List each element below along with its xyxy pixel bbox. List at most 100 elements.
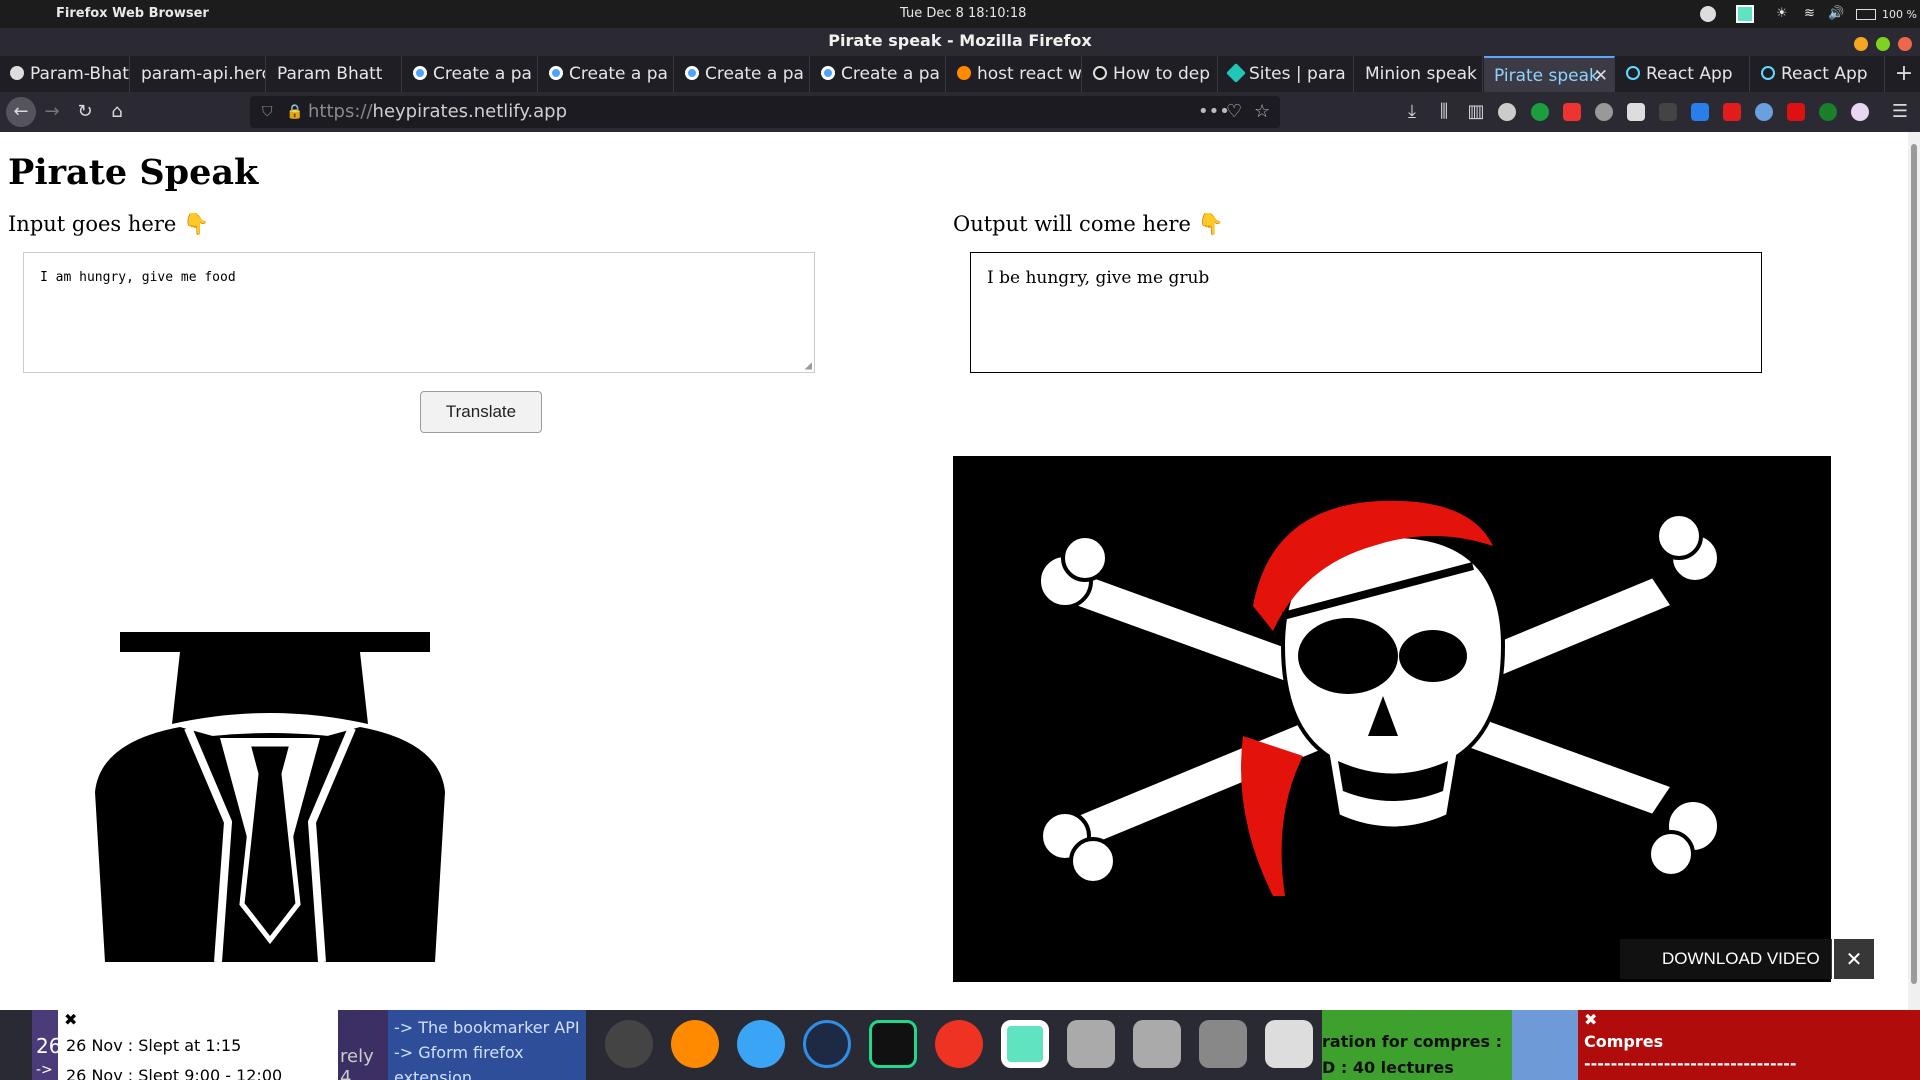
maximize-button[interactable] [1876, 37, 1890, 51]
account-icon[interactable] [1498, 103, 1516, 121]
close-note-icon[interactable]: ✖ [64, 1010, 77, 1029]
lock-icon[interactable]: 🔒 [286, 96, 303, 128]
tab-minion-speak[interactable]: Minion speak [1355, 56, 1483, 92]
sticky-note-compres-red[interactable]: ✖ Compres ------------------------------… [1578, 1010, 1920, 1080]
plus-extension-icon[interactable] [1691, 103, 1709, 121]
sticky-note-compres-green[interactable]: ration for compres : D : 40 lectures [1322, 1010, 1512, 1080]
reload-icon[interactable]: ↻ [73, 100, 97, 124]
system-clock[interactable]: Tue Dec 8 18:10:18 [900, 6, 1026, 21]
bookmark-star-icon[interactable]: ☆ [1254, 96, 1270, 128]
note-mid[interactable]: rely 4 [338, 1010, 388, 1080]
scrollbar-thumb[interactable] [1911, 144, 1917, 984]
firefox-icon [957, 66, 971, 80]
cherry-dock-icon[interactable] [935, 1020, 983, 1068]
app-menu-label[interactable]: Firefox Web Browser [56, 6, 209, 21]
brightness-icon[interactable]: ☀ [1776, 6, 1788, 21]
tab-create-2[interactable]: Create a pa [539, 56, 674, 92]
system-top-bar: Firefox Web Browser Tue Dec 8 18:10:18 ☀… [0, 0, 1920, 28]
input-textarea[interactable]: I am hungry, give me food ◢ [23, 252, 815, 373]
eyepatch [1298, 618, 1398, 694]
pycharm-dock-icon[interactable] [869, 1020, 917, 1068]
disk-dock-icon[interactable] [1199, 1020, 1247, 1068]
sidebar-icon[interactable]: ▥ [1464, 100, 1488, 124]
url-bar[interactable]: ⛉ 🔒 https://heypirates.netlify.app ••• ♡… [250, 96, 1280, 128]
download-video-bar[interactable]: DOWNLOAD VIDEO [1620, 939, 1832, 979]
react-icon [1626, 66, 1640, 80]
sticky-note-bookmarker[interactable]: -> The bookmarker API -> Gform firefox e… [388, 1010, 586, 1080]
output-label-text: Output will come here [953, 212, 1191, 236]
tab-label: Create a pa [705, 64, 804, 84]
resize-handle-icon[interactable]: ◢ [805, 358, 812, 372]
hamburger-menu-icon[interactable]: ☰ [1888, 100, 1912, 124]
note-line: -> The bookmarker API [394, 1018, 580, 1037]
tab-param-api[interactable]: param-api.herc [131, 56, 266, 92]
tab-pirate-speak[interactable]: Pirate speak ✕ [1484, 56, 1615, 92]
trash-dock-icon[interactable] [1265, 1020, 1313, 1068]
cap-crown [172, 652, 368, 724]
tab-extension-icon[interactable] [1627, 103, 1645, 121]
minimize-button[interactable] [1854, 37, 1868, 51]
page-scrollbar[interactable] [1908, 132, 1920, 1010]
shield-icon[interactable]: ⛉ [262, 96, 273, 128]
download-video-label[interactable]: DOWNLOAD VIDEO [1662, 939, 1820, 979]
status-round-icon[interactable] [1700, 6, 1716, 22]
launcher-rocket-icon[interactable] [605, 1020, 653, 1068]
close-window-button[interactable] [1898, 37, 1912, 51]
notes-dock-icon[interactable] [1001, 1020, 1049, 1068]
tab-label: How to dep [1113, 64, 1211, 84]
battery-icon[interactable] [1856, 9, 1876, 20]
lock-extension-icon[interactable] [1787, 103, 1805, 121]
volume-icon[interactable]: 🔊 [1828, 6, 1844, 21]
tab-label: Minion speak [1365, 64, 1477, 84]
tab-create-3[interactable]: Create a pa [675, 56, 810, 92]
note-title: Compres [1584, 1032, 1664, 1051]
tab-strip: Param-Bhat param-api.herc Param Bhatt Cr… [0, 56, 1920, 92]
cookie-extension-icon[interactable] [1595, 103, 1613, 121]
pirate-flag-image [953, 456, 1831, 982]
ninja-extension-icon[interactable] [1659, 103, 1677, 121]
wifi-icon[interactable]: ≋ [1804, 6, 1815, 21]
green-extension-icon[interactable] [1819, 103, 1837, 121]
finder-dock-icon[interactable] [737, 1020, 785, 1068]
tab-label: React App [1646, 64, 1733, 84]
pocket-icon[interactable]: ♡ [1226, 96, 1242, 128]
firefox-dock-icon[interactable] [671, 1020, 719, 1068]
home-icon[interactable]: ⌂ [105, 100, 129, 124]
create-icon [413, 66, 427, 80]
tab-create-1[interactable]: Create a pa [403, 56, 538, 92]
back-icon[interactable]: ← [6, 97, 36, 127]
tab-host-react[interactable]: host react w [947, 56, 1082, 92]
drive-dock-icon[interactable] [1067, 1020, 1115, 1068]
sticky-note-sleep[interactable]: ✖ 26 Nov : Slept at 1:15 26 Nov : Slept … [58, 1010, 338, 1080]
purple-extension-icon[interactable] [1851, 103, 1869, 121]
tab-create-4[interactable]: Create a pa [811, 56, 946, 92]
create-icon [821, 66, 835, 80]
output-label: Output will come here 👇 [953, 212, 1224, 237]
window-title-bar: Pirate speak - Mozilla Firefox [0, 28, 1920, 56]
tab-label: host react w [977, 64, 1082, 84]
downloads-icon[interactable]: ⤓ [1400, 100, 1424, 124]
tab-param-bhatt[interactable]: Param Bhatt [267, 56, 402, 92]
extension-b-icon[interactable] [1531, 103, 1549, 121]
library-icon[interactable]: ⫼ [1432, 100, 1456, 124]
new-tab-icon[interactable]: + [1892, 62, 1916, 86]
note-blue-small[interactable] [1512, 1010, 1578, 1080]
tab-github[interactable]: Param-Bhat [0, 56, 130, 92]
status-square-icon[interactable] [1736, 5, 1754, 23]
mail-extension-icon[interactable] [1563, 103, 1581, 121]
page-content: Pirate Speak Input goes here 👇 Output wi… [0, 132, 1920, 1010]
close-tab-icon[interactable]: ✕ [1594, 58, 1608, 92]
globe-extension-icon[interactable] [1755, 103, 1773, 121]
tab-react-app-1[interactable]: React App [1616, 56, 1750, 92]
video-extension-icon[interactable] [1723, 103, 1741, 121]
tab-how-to-deploy[interactable]: How to dep [1083, 56, 1218, 92]
vscode-dock-icon[interactable] [803, 1020, 851, 1068]
close-note-icon[interactable]: ✖ [1584, 1010, 1597, 1029]
forward-icon[interactable]: → [40, 100, 64, 124]
tab-sites[interactable]: Sites | para [1219, 56, 1354, 92]
drive2-dock-icon[interactable] [1133, 1020, 1181, 1068]
close-download-icon[interactable]: ✕ [1834, 939, 1874, 979]
tab-label: Create a pa [841, 64, 940, 84]
tab-react-app-2[interactable]: React App [1751, 56, 1885, 92]
url-host: heypirates.netlify.app [372, 101, 568, 122]
